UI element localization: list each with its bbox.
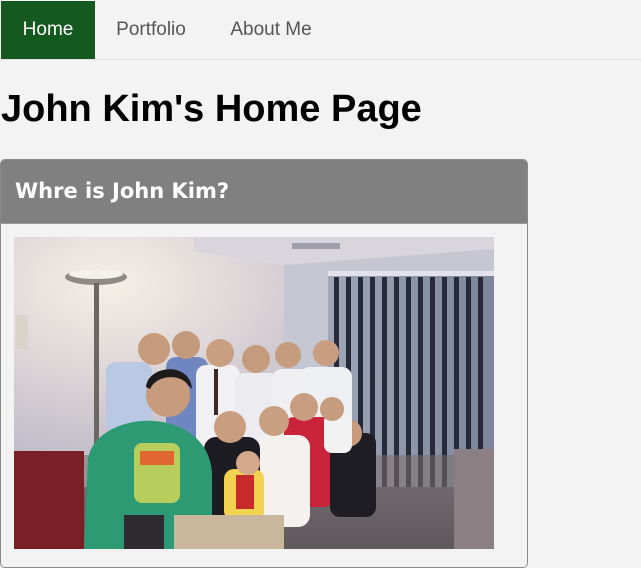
card-header: Whre is John Kim? [1, 160, 527, 224]
group-photo-image [14, 237, 494, 549]
location-card: Whre is John Kim? [0, 159, 528, 568]
top-navigation-bar: Home Portfolio About Me [0, 0, 641, 60]
card-title: Whre is John Kim? [15, 179, 230, 203]
nav-home-link[interactable]: Home [1, 1, 95, 59]
page-title: John Kim's Home Page [1, 88, 422, 130]
nav-about-me-link[interactable]: About Me [209, 1, 333, 59]
nav-portfolio-link[interactable]: Portfolio [96, 1, 206, 59]
